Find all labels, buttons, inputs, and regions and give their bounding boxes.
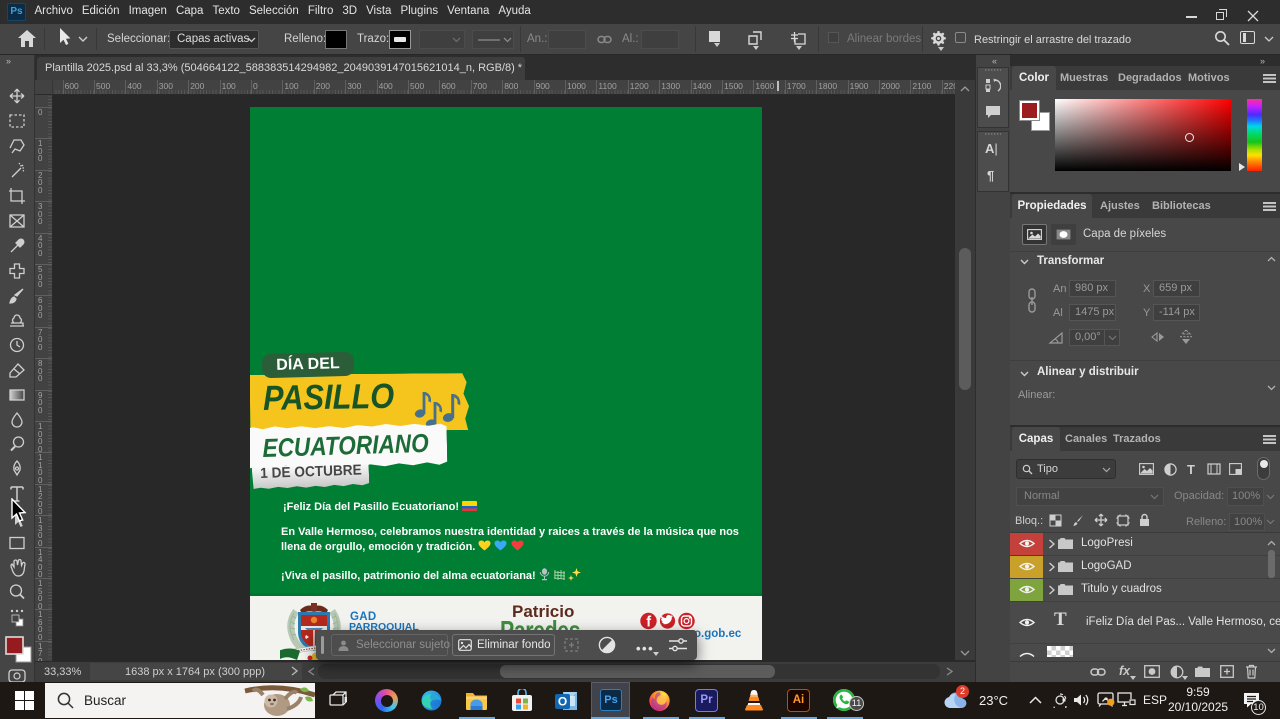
svg-text:O: O	[558, 695, 567, 709]
svg-text:f: f	[646, 615, 651, 630]
